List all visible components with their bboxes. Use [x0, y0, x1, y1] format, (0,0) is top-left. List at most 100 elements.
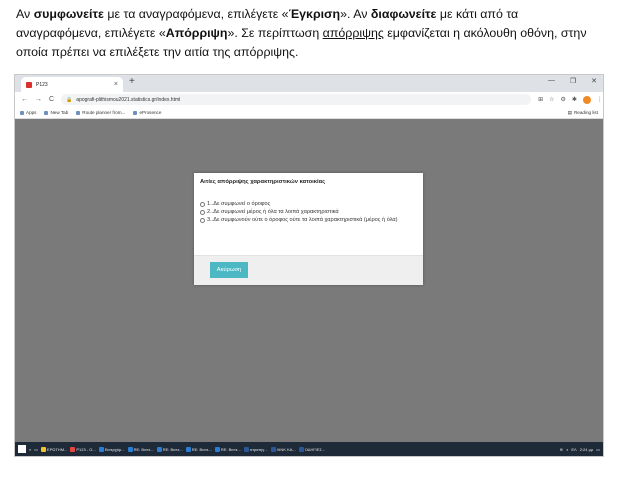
taskbar-label: RE: Βιντε...	[162, 446, 183, 452]
toolbar-icons: ⊞ ☆ ⚙ ✱ ⋮	[538, 95, 603, 104]
radio-button[interactable]	[200, 210, 205, 215]
taskbar-item[interactable]: RE: Βιντε...	[185, 446, 212, 452]
text-segment: ». Αν	[340, 7, 371, 21]
folder-icon	[41, 446, 47, 452]
window-controls: — ❐ ✕	[548, 77, 597, 85]
bookmark-label: eProsence	[139, 110, 162, 115]
reading-list-icon: ▤	[567, 109, 572, 115]
taskbar-item[interactable]: στρατηγ...	[243, 446, 268, 452]
wifi-icon[interactable]: ≋	[560, 447, 563, 452]
extension-icon[interactable]: ⚙	[560, 96, 565, 103]
reading-list-label: Reading list	[573, 110, 598, 115]
taskbar-item[interactable]: RE: Βιντε...	[156, 446, 183, 452]
chrome-icon	[70, 446, 76, 452]
lock-icon: 🔒	[66, 96, 73, 103]
option-label: 1..Δε συμφωνεί ο όροφος	[207, 201, 271, 207]
minimize-icon[interactable]: —	[548, 77, 555, 85]
tab-close-icon[interactable]: ×	[114, 81, 118, 88]
cancel-button[interactable]: Ακύρωση	[210, 262, 248, 278]
bookmark-label: Route planner from...	[82, 110, 126, 115]
browser-tab[interactable]: P123 ×	[21, 77, 123, 92]
mail-icon	[185, 446, 191, 452]
clock[interactable]: 2:24 μμ	[580, 447, 594, 452]
bold-agree: συμφωνείτε	[33, 7, 104, 21]
bookmark-new-tab[interactable]: New Tab	[44, 110, 68, 115]
globe-icon	[44, 110, 49, 115]
mail-icon	[156, 446, 162, 452]
taskbar-item[interactable]: RE: Βιντε...	[214, 446, 241, 452]
taskbar-label: RE: Βιντε...	[220, 446, 241, 452]
taskbar-label: στρατηγ...	[249, 446, 268, 452]
menu-icon[interactable]: ⋮	[597, 96, 603, 103]
avatar[interactable]	[582, 95, 591, 104]
bold-approve: Έγκριση	[288, 7, 341, 21]
option-label: 2..Δε συμφωνεί μέρος ή όλα τα λοιπά χαρα…	[207, 209, 339, 215]
reload-icon[interactable]: C	[49, 96, 54, 103]
volume-icon[interactable]: ◖	[566, 447, 568, 452]
close-window-icon[interactable]: ✕	[591, 77, 597, 85]
taskbar-label: ΕΡΩΤΗΜ...	[47, 446, 68, 452]
bold-disagree: διαφωνείτε	[370, 7, 437, 21]
windows-start-icon[interactable]	[18, 445, 26, 453]
bold-reject: Απόρριψη	[165, 26, 228, 40]
favicon-icon	[26, 81, 32, 88]
mail-icon	[98, 446, 104, 452]
address-bar: ← → C 🔒 apografi-plithismou2021.statisti…	[15, 92, 603, 107]
back-icon[interactable]: ←	[21, 96, 28, 103]
word-icon	[270, 446, 276, 452]
modal-footer: Ακύρωση	[194, 255, 423, 285]
new-tab-icon[interactable]: +	[129, 76, 135, 87]
taskbar-item[interactable]: ΕΡΩΤΗΜ...	[41, 446, 68, 452]
option-label: 3..Δε συμφωνούν ούτε ο όροφος ούτε τα λο…	[207, 217, 398, 223]
windows-taskbar: ⌕ ▭ ΕΡΩΤΗΜ... P123 - G... Εισερχόμ... RE…	[15, 442, 603, 456]
text-segment: Αν	[16, 7, 34, 21]
bookmark-label: Apps	[26, 110, 37, 115]
taskbar-label: P123 - G...	[76, 446, 96, 452]
tab-bar: P123 × + — ❐ ✕	[15, 75, 603, 92]
route-icon	[76, 110, 81, 115]
url-field[interactable]: 🔒 apografi-plithismou2021.statistics.gr/…	[61, 94, 532, 105]
taskbar-label: Εισερχόμ...	[104, 446, 125, 452]
modal-title: Αιτίες απόρριψης χαρακτηριστικών κατοικί…	[200, 179, 326, 185]
word-icon	[243, 446, 249, 452]
option-characteristics[interactable]: 2..Δε συμφωνεί μέρος ή όλα τα λοιπά χαρα…	[200, 209, 418, 216]
task-view-icon[interactable]: ▭	[34, 447, 38, 452]
reading-list[interactable]: ▤ Reading list	[568, 110, 598, 116]
taskbar-item[interactable]: RE: Βιντε...	[127, 446, 154, 452]
radio-button[interactable]	[200, 218, 205, 223]
taskbar-label: ΟΔΗΓΙΕΣ...	[304, 446, 326, 452]
rejection-modal: Αιτίες απόρριψης χαρακτηριστικών κατοικί…	[194, 173, 423, 285]
translate-icon[interactable]: ⊞	[538, 96, 543, 103]
bookmark-eprosence[interactable]: eProsence	[133, 110, 161, 115]
tab-title: P123	[36, 81, 48, 88]
radio-button[interactable]	[200, 202, 205, 207]
search-icon[interactable]: ⌕	[29, 447, 31, 452]
taskbar-label: ΛΙΝΚ ΚΑ...	[276, 446, 296, 452]
text-segment: με τα αναγραφόμενα, επιλέγετε «	[103, 7, 289, 21]
url-text: apografi-plithismou2021.statistics.gr/in…	[76, 96, 181, 103]
option-floor[interactable]: 1..Δε συμφωνεί ο όροφος	[200, 201, 418, 208]
bookmark-apps[interactable]: Apps	[20, 110, 36, 115]
option-both[interactable]: 3..Δε συμφωνούν ούτε ο όροφος ούτε τα λο…	[200, 217, 418, 224]
instruction-paragraph: Αν συμφωνείτε με τα αναγραφόμενα, επιλέγ…	[16, 5, 606, 62]
apps-grid-icon	[20, 110, 24, 115]
restore-icon[interactable]: ❐	[570, 77, 576, 85]
star-icon[interactable]: ☆	[549, 96, 554, 103]
bookmark-route-planner[interactable]: Route planner from...	[76, 110, 125, 115]
puzzle-icon[interactable]: ✱	[572, 96, 577, 103]
word-icon	[298, 446, 304, 452]
notifications-icon[interactable]: ▭	[596, 447, 600, 452]
eprosence-icon	[133, 110, 138, 115]
taskbar-item[interactable]: Εισερχόμ...	[98, 446, 125, 452]
taskbar-item[interactable]: P123 - G...	[70, 446, 96, 452]
language-indicator[interactable]: ΕΛ	[571, 447, 576, 452]
taskbar-label: RE: Βιντε...	[191, 446, 212, 452]
taskbar-label: RE: Βιντε...	[133, 446, 154, 452]
forward-icon[interactable]: →	[35, 96, 42, 103]
bookmark-label: New Tab	[50, 110, 69, 115]
underlined-rejection: απόρριψης	[322, 26, 384, 40]
taskbar-item[interactable]: ΟΔΗΓΙΕΣ...	[298, 446, 326, 452]
text-segment: ». Σε περίπτωση	[227, 26, 323, 40]
taskbar-item[interactable]: ΛΙΝΚ ΚΑ...	[270, 446, 296, 452]
rejection-options: 1..Δε συμφωνεί ο όροφος 2..Δε συμφωνεί μ…	[200, 201, 418, 225]
